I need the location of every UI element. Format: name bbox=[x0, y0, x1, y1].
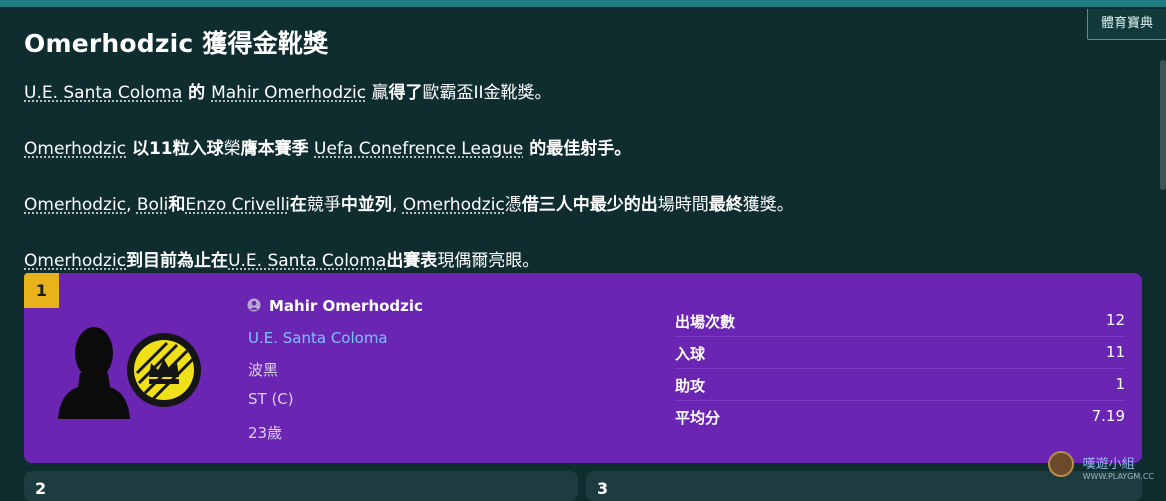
text: 場時間 bbox=[657, 195, 709, 215]
player-card[interactable]: 1 Mahir Omerhodzic U.E. Santa Coloma 波黑 … bbox=[24, 273, 1142, 463]
player-name-text[interactable]: Mahir Omerhodzic bbox=[269, 297, 423, 315]
text: 中並列 bbox=[340, 195, 392, 215]
player-link[interactable]: Boli bbox=[137, 195, 169, 215]
text: 贏 bbox=[366, 83, 389, 103]
rank-number: 3 bbox=[597, 479, 609, 498]
player-link[interactable]: Omerhodzic bbox=[24, 139, 126, 159]
stat-value: 1 bbox=[1115, 375, 1125, 393]
text: 榮 bbox=[223, 139, 241, 159]
text: , bbox=[126, 195, 137, 215]
stat-value: 7.19 bbox=[1091, 407, 1125, 425]
player-link[interactable]: Mahir Omerhodzic bbox=[211, 83, 366, 103]
top-accent-bar bbox=[0, 0, 1166, 7]
competition-link[interactable]: Uefa Conefrence League bbox=[314, 139, 523, 159]
text: 獲獎。 bbox=[742, 195, 794, 215]
stat-value: 11 bbox=[1105, 343, 1125, 361]
text: 和 bbox=[168, 195, 186, 215]
text: 以11粒入球 bbox=[126, 139, 224, 159]
player-club-link[interactable]: U.E. Santa Coloma bbox=[248, 329, 388, 347]
stat-label: 助攻 bbox=[675, 377, 706, 395]
text: 競爭 bbox=[306, 195, 341, 215]
text: , bbox=[391, 195, 403, 215]
club-link[interactable]: U.E. Santa Coloma bbox=[24, 83, 182, 103]
news-paragraph-2: Omerhodzic 以11粒入球榮膺本賽季 Uefa Conefrence L… bbox=[24, 134, 631, 159]
text: 的最佳射手。 bbox=[523, 139, 632, 159]
page-title: Omerhodzic 獲得金靴獎 bbox=[24, 29, 329, 58]
stat-label: 出場次數 bbox=[675, 313, 736, 331]
player-silhouette-icon bbox=[58, 327, 130, 419]
text: 膺本賽季 bbox=[240, 139, 309, 159]
player-link[interactable]: Omerhodzic bbox=[24, 251, 126, 271]
text: 到目前為止在 bbox=[126, 251, 229, 271]
stat-label: 平均分 bbox=[675, 409, 721, 427]
news-paragraph-3: Omerhodzic, Boli和Enzo Crivelli在競爭中並列, Om… bbox=[24, 190, 794, 215]
text: 出賽表 bbox=[386, 251, 438, 271]
stat-label: 入球 bbox=[675, 345, 706, 363]
text: 的 bbox=[182, 83, 212, 103]
scrollbar[interactable] bbox=[1160, 60, 1166, 190]
text: 憑 bbox=[504, 195, 522, 215]
stat-row-average-rating: 平均分 7.19 bbox=[675, 401, 1125, 432]
club-link[interactable]: U.E. Santa Coloma bbox=[228, 251, 386, 271]
stat-row-goals: 入球 11 bbox=[675, 337, 1125, 369]
stat-row-assists: 助攻 1 bbox=[675, 369, 1125, 401]
stat-value: 12 bbox=[1105, 311, 1125, 329]
player-age: 23歲 bbox=[248, 424, 283, 442]
crown-badge-icon bbox=[127, 333, 201, 407]
rank-number: 2 bbox=[35, 479, 47, 498]
player-link[interactable]: Omerhodzic bbox=[403, 195, 505, 215]
text: 歐霸盃II金靴獎。 bbox=[422, 83, 552, 103]
watermark-ball-icon bbox=[1048, 451, 1074, 477]
player-nationality: 波黑 bbox=[248, 361, 279, 379]
player-name[interactable]: Mahir Omerhodzic bbox=[247, 297, 423, 315]
news-paragraph-4: Omerhodzic到目前為止在U.E. Santa Coloma出賽表現偶爾亮… bbox=[24, 246, 539, 271]
text: 現偶爾亮眼。 bbox=[437, 251, 540, 271]
stat-row-appearances: 出場次數 12 bbox=[675, 305, 1125, 337]
text: 得了 bbox=[388, 83, 423, 103]
player-position: ST (C) bbox=[248, 390, 294, 408]
player-link[interactable]: Omerhodzic bbox=[24, 195, 126, 215]
rank-badge: 1 bbox=[24, 273, 59, 308]
category-tag[interactable]: 體育寶典 bbox=[1087, 9, 1166, 40]
watermark-text: 嘆遊小組 bbox=[1082, 457, 1135, 472]
text: 借三人中最少的出 bbox=[521, 195, 658, 215]
watermark-url: WWW.PLAYGM.CC bbox=[1082, 472, 1154, 481]
person-icon bbox=[247, 298, 261, 312]
player-link[interactable]: Enzo Crivelli bbox=[185, 195, 290, 215]
text: 最終 bbox=[708, 195, 743, 215]
news-paragraph-1: U.E. Santa Coloma 的 Mahir Omerhodzic 贏得了… bbox=[24, 78, 552, 103]
text: 在 bbox=[289, 195, 307, 215]
watermark: 嘆遊小組 WWW.PLAYGM.CC bbox=[1083, 453, 1154, 481]
player-card-2[interactable]: 2 bbox=[24, 471, 578, 501]
